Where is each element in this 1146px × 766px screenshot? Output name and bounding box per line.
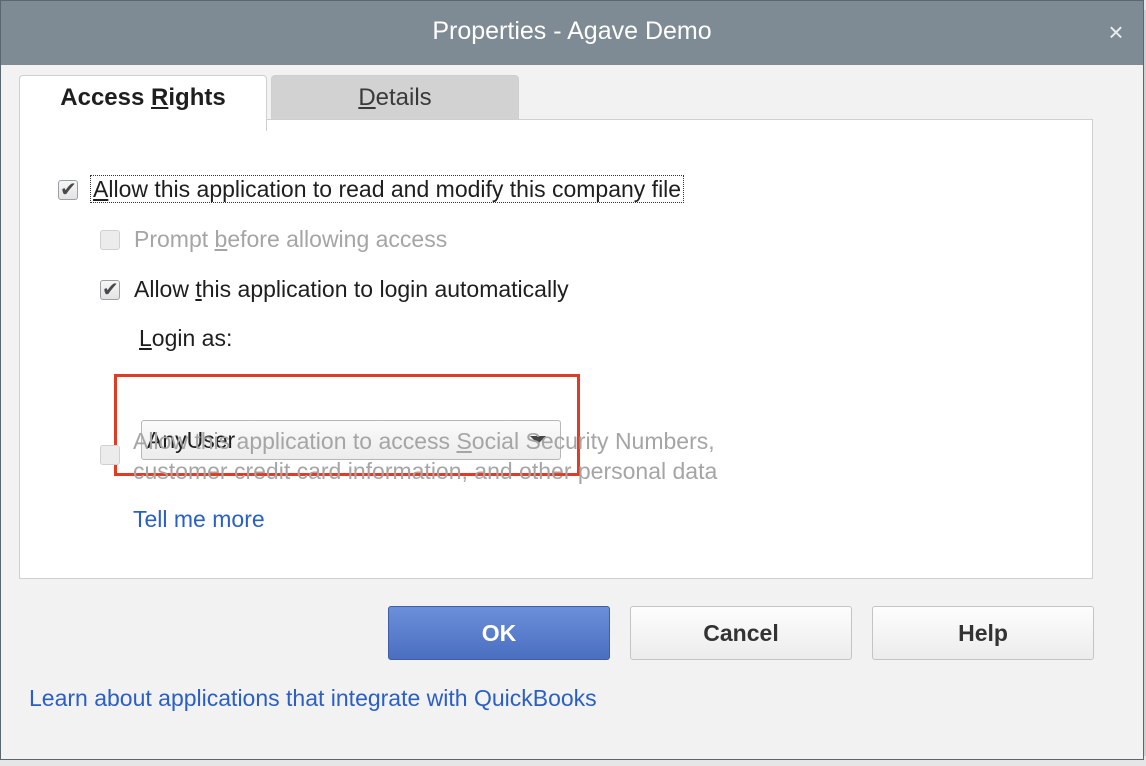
tab-label-pre: Access (60, 84, 152, 111)
title-bar[interactable]: Properties - Agave Demo × (1, 1, 1143, 65)
label-part: Prompt (134, 226, 215, 252)
cancel-button[interactable]: Cancel (630, 606, 852, 660)
label-part: Allow (134, 276, 196, 302)
dialog-body: Access Rights Details ✔ Allow this appli… (1, 65, 1143, 759)
login-automatically-checkbox[interactable]: ✔ (100, 279, 120, 301)
window-title: Properties - Agave Demo (432, 17, 712, 45)
label-accel: b (214, 226, 228, 252)
tab-label-key: R (151, 84, 169, 111)
allow-read-modify-label[interactable]: Allow this application to read and modif… (90, 175, 685, 203)
label-part: ocial Security Numbers, (471, 428, 715, 454)
checkmark-icon: ✔ (60, 179, 77, 201)
properties-dialog: Properties - Agave Demo × Access Rights … (0, 0, 1144, 760)
tab-details[interactable]: Details (271, 75, 519, 123)
label-part: ogin as: (151, 325, 233, 351)
tab-access-rights[interactable]: Access Rights (19, 75, 267, 131)
close-icon[interactable]: × (1103, 19, 1129, 45)
allow-read-modify-checkbox[interactable]: ✔ (58, 179, 78, 201)
access-rights-panel: ✔ Allow this application to read and mod… (19, 119, 1093, 579)
personal-data-label-line2: customer credit card information, and ot… (133, 458, 718, 484)
label-accel: A (93, 176, 109, 202)
label-accel: S (456, 428, 472, 454)
ok-button[interactable]: OK (388, 606, 610, 660)
personal-data-label-line1: Allow this application to access Social … (133, 428, 715, 455)
help-button[interactable]: Help (872, 606, 1094, 660)
label-part: his application to login automatically (201, 276, 569, 302)
label-accel: L (139, 325, 152, 351)
prompt-before-checkbox (100, 230, 120, 250)
checkmark-icon: ✔ (102, 279, 119, 301)
label-part: llow this application to read and modify… (108, 176, 682, 202)
personal-data-checkbox (100, 445, 120, 465)
tell-me-more-link[interactable]: Tell me more (133, 506, 265, 533)
prompt-before-label: Prompt before allowing access (134, 226, 447, 253)
login-automatically-label[interactable]: Allow this application to login automati… (134, 276, 569, 303)
label-part: efore allowing access (227, 226, 448, 252)
label-part: Allow this application to access (133, 428, 457, 454)
login-as-label: Login as: (139, 325, 232, 352)
learn-about-applications-link[interactable]: Learn about applications that integrate … (29, 685, 597, 712)
tab-label-key: D (358, 84, 376, 111)
tab-label-post: ights (168, 84, 226, 111)
tab-label-post: etails (375, 84, 432, 111)
